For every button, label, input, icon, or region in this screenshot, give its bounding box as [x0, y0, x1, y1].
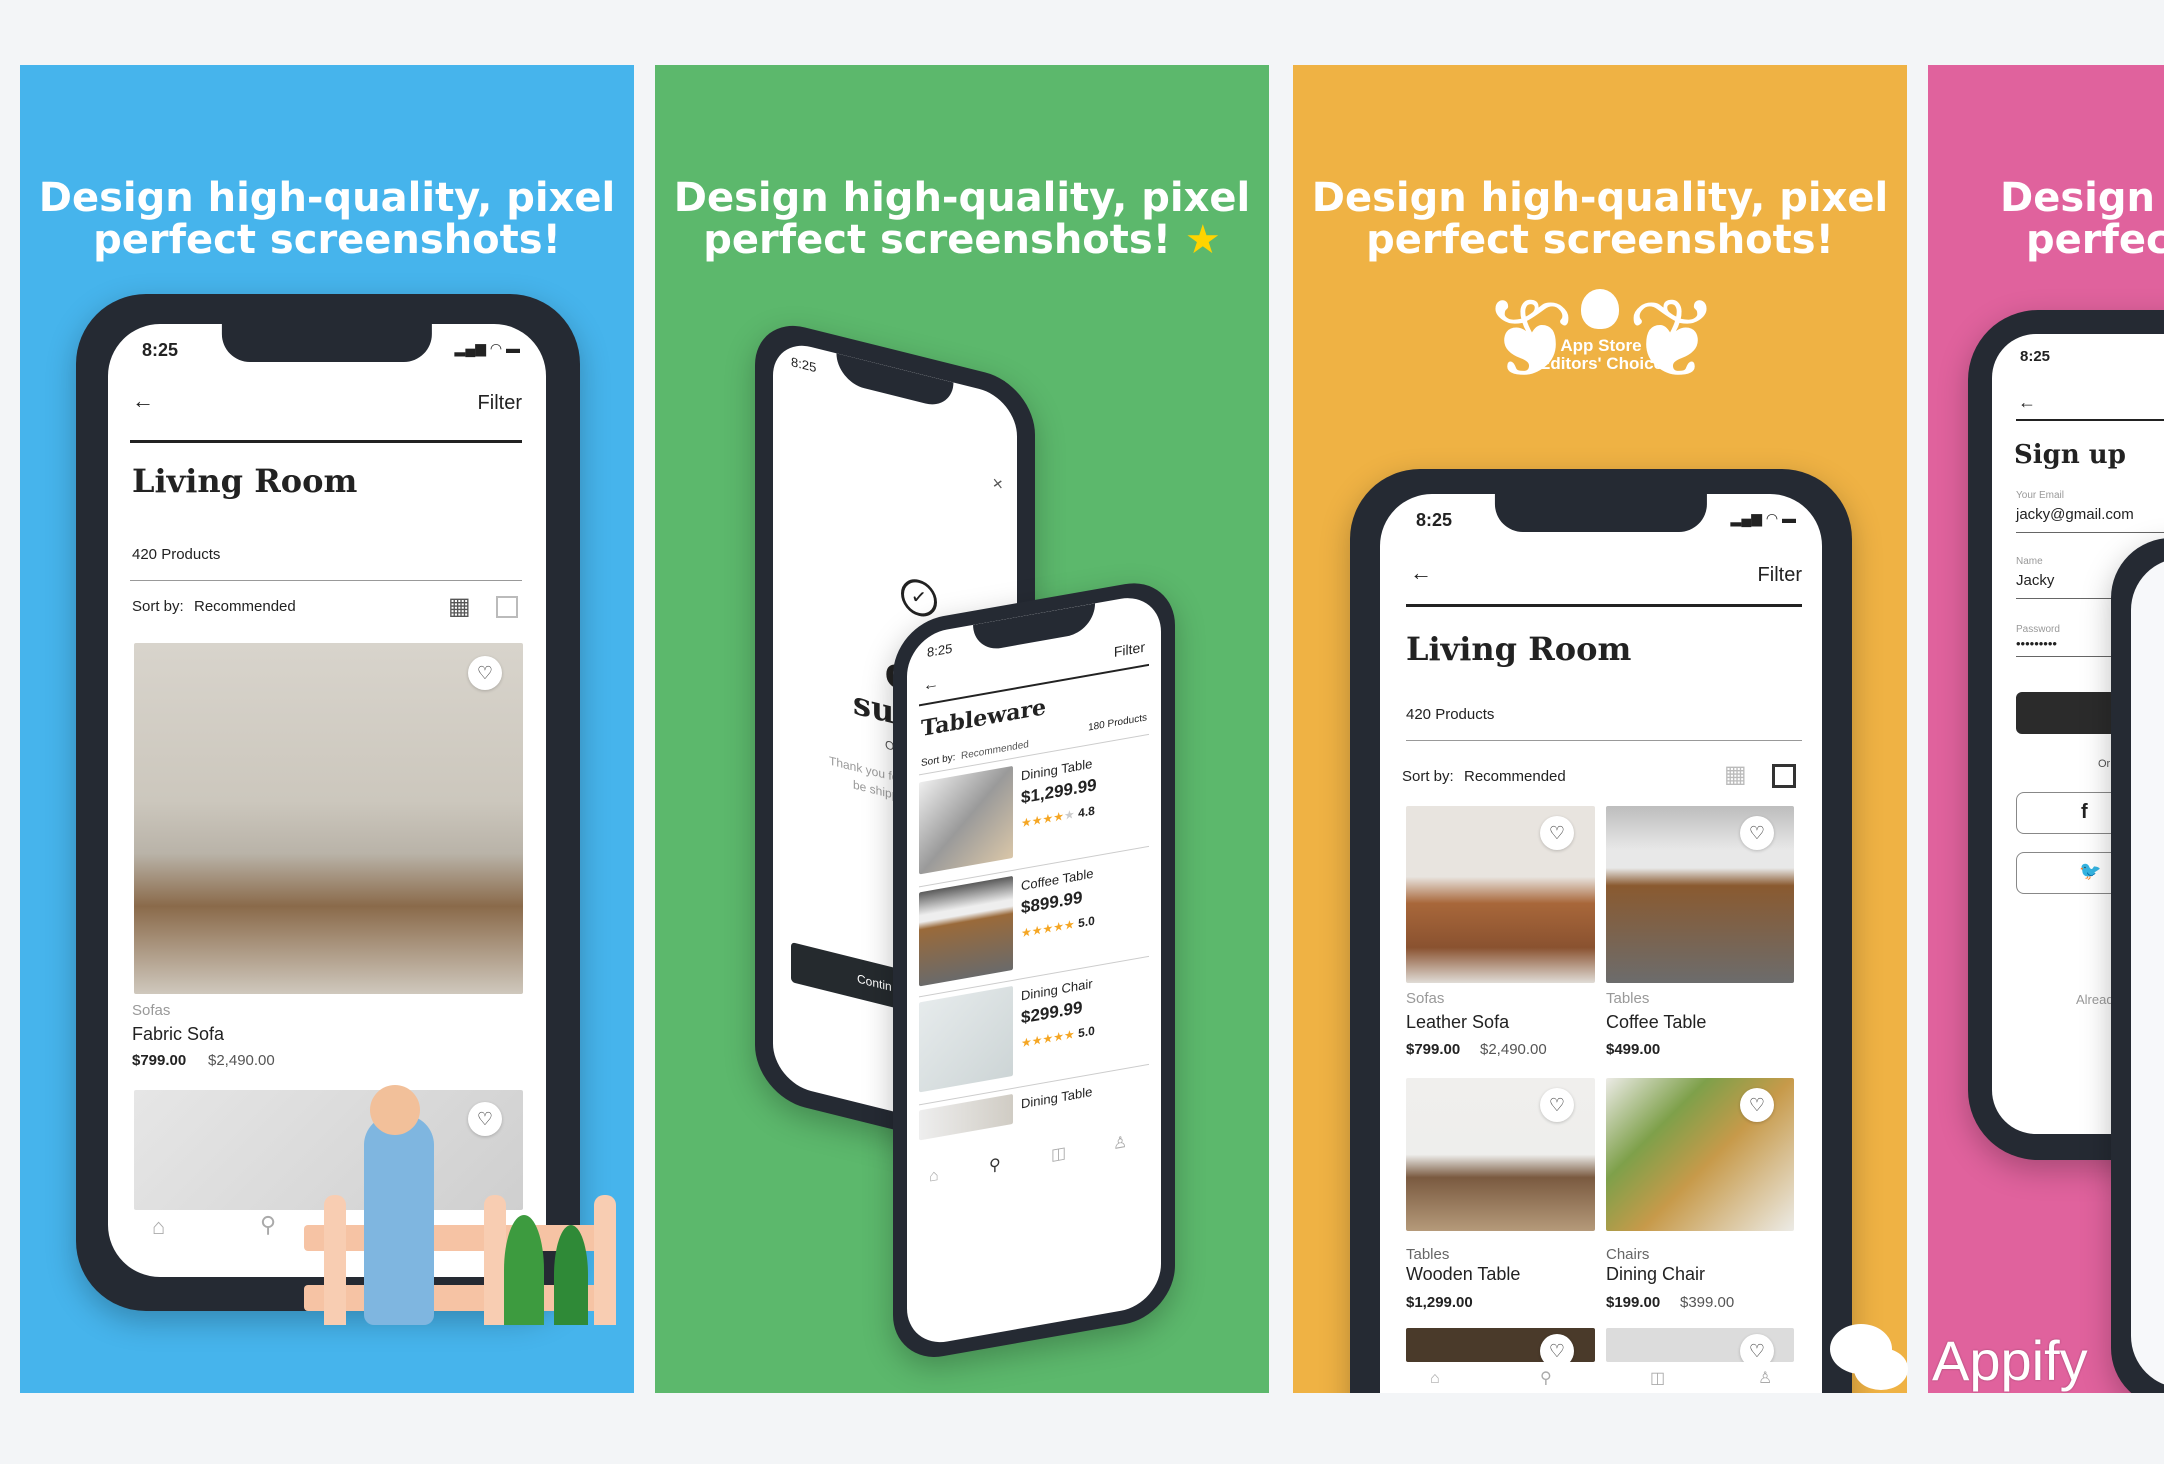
nav-search-icon[interactable]: ⚲ [1540, 1368, 1552, 1388]
facebook-icon: f [2081, 801, 2088, 823]
panel-green: Design high-quality, pixel perfect screen… [655, 65, 1269, 1393]
page-title: Living Room [1406, 630, 1632, 668]
product-name[interactable]: Leather Sofa [1406, 1012, 1509, 1033]
list-view-icon[interactable] [1772, 764, 1796, 788]
list-view-icon[interactable] [496, 596, 518, 618]
status-time: 8:25 [142, 340, 179, 360]
phone-second-edge [2111, 538, 2164, 1393]
product-name[interactable]: Wooden Table [1406, 1264, 1520, 1285]
back-arrow-icon[interactable]: ← [2018, 392, 2036, 413]
rating-stars: ★★★★★ 4.8 [1021, 803, 1095, 831]
page-title: Sign up [2014, 440, 2126, 470]
grid-view-icon[interactable]: ▦ [1724, 760, 1747, 789]
star-icon: ★ [1184, 217, 1221, 263]
headline: Design high-quality, pixel perfect screen… [673, 175, 1251, 263]
filter-button[interactable]: Filter [1114, 639, 1145, 660]
product-name[interactable]: Dining Chair [1606, 1264, 1705, 1285]
nav-profile-icon[interactable]: ♙ [1758, 1368, 1772, 1388]
nav-bag-icon[interactable]: ◫ [1051, 1142, 1066, 1165]
app-store-editors-choice-badge: ❦ ❦ App Store Editors' Choice [1483, 275, 1719, 415]
nav-search-icon[interactable]: ⚲ [989, 1154, 1001, 1176]
page-title: Living Room [132, 462, 358, 500]
filter-button[interactable]: Filter [1758, 564, 1802, 587]
phone-tableware: 8:25 ← Filter Tableware 180 Products Sor… [893, 575, 1175, 1365]
headline: Design high-quality, pixel perfect screen… [1311, 175, 1889, 263]
back-arrow-icon[interactable]: ← [132, 388, 154, 414]
panel-pink: Design hperfect 8:25 ← Sign up Your Emai… [1928, 65, 2164, 1393]
back-arrow-icon[interactable]: ← [923, 675, 939, 696]
back-arrow-icon[interactable]: ← [1410, 560, 1432, 586]
apple-logo-icon [1581, 289, 1619, 329]
product-old-price: $2,490.00 [208, 1052, 275, 1069]
gardener-illustration [304, 1085, 634, 1355]
nav-search-icon[interactable]: ⚲ [260, 1212, 276, 1238]
product-image[interactable] [134, 643, 523, 994]
nav-bag-icon[interactable]: ◫ [1650, 1368, 1665, 1388]
email-field[interactable]: jacky@gmail.com [2016, 506, 2134, 523]
product-name[interactable]: Coffee Table [1606, 1012, 1706, 1033]
favorite-heart-icon[interactable]: ♡ [1740, 816, 1774, 850]
password-field[interactable]: ••••••••• [2016, 636, 2057, 651]
close-icon[interactable]: × [992, 472, 1003, 496]
favorite-heart-icon[interactable]: ♡ [1740, 1088, 1774, 1122]
favorite-heart-icon[interactable]: ♡ [1540, 1088, 1574, 1122]
headline: Design high-quality, pixel perfect screen… [38, 175, 616, 263]
favorite-heart-icon[interactable]: ♡ [468, 1102, 502, 1136]
status-icons: ▂▄▆ ◠ ▬ [1730, 510, 1796, 526]
wechat-icon [1830, 1324, 1892, 1374]
twitter-icon: 🐦 [2079, 861, 2102, 881]
rating-stars: ★★★★★ 5.0 [1021, 913, 1095, 941]
nav-profile-icon[interactable]: ♙ [1113, 1132, 1127, 1155]
filter-button[interactable]: Filter [478, 392, 522, 415]
grid-view-icon[interactable]: ▦ [448, 592, 471, 621]
sort-dropdown[interactable]: Recommended [194, 598, 296, 615]
product-name[interactable]: Fabric Sofa [132, 1024, 224, 1045]
sort-label: Sort by: [132, 598, 184, 615]
phone-living-room-grid: 8:25 ▂▄▆ ◠ ▬ ← Filter Living Room 420 Pr… [1350, 469, 1852, 1393]
nav-home-icon[interactable]: ⌂ [152, 1214, 165, 1240]
product-price: $799.00 [132, 1052, 187, 1069]
status-icons: ▂▄▆ ◠ ▬ [454, 340, 520, 356]
phone-living-room: 8:25 ▂▄▆ ◠ ▬ ← Filter Living Room 420 Pr… [76, 294, 580, 1311]
rating-stars: ★★★★★ 5.0 [1021, 1023, 1095, 1051]
panel-orange: Design high-quality, pixel perfect screen… [1293, 65, 1907, 1393]
product-category: Sofas [132, 1002, 171, 1019]
success-check-icon: ✓ [901, 575, 937, 621]
favorite-heart-icon[interactable]: ♡ [1540, 816, 1574, 850]
nav-home-icon[interactable]: ⌂ [1430, 1370, 1440, 1388]
favorite-heart-icon[interactable]: ♡ [468, 656, 502, 690]
panel-blue: Design high-quality, pixel perfect screen… [20, 65, 634, 1393]
name-field[interactable]: Jacky [2016, 572, 2054, 589]
nav-home-icon[interactable]: ⌂ [929, 1167, 939, 1187]
product-count: 420 Products [132, 546, 221, 563]
headline: Design hperfect [2000, 175, 2164, 263]
